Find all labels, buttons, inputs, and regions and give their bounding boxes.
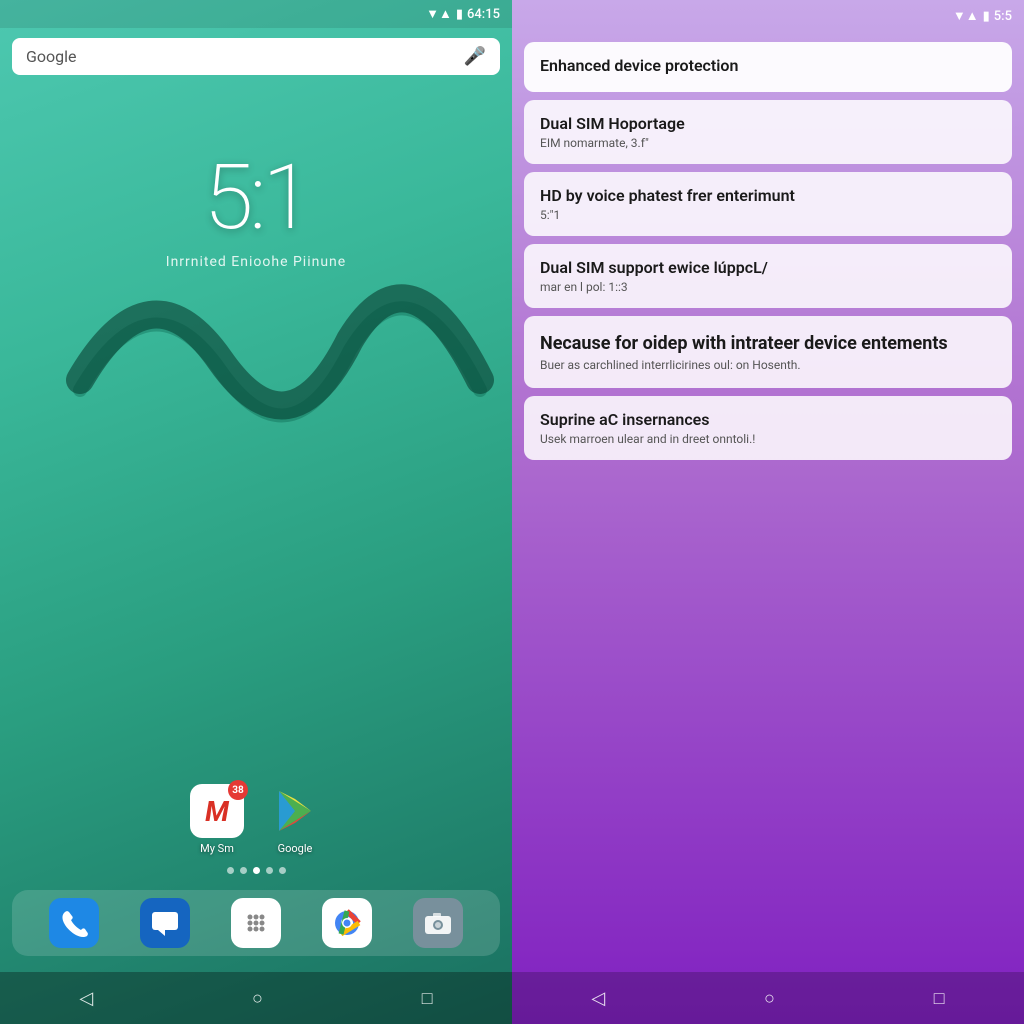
bottom-dock xyxy=(12,890,500,956)
feature-card-4-title: Dual SIM support ewice lúppcL/ xyxy=(540,258,996,277)
recent-button-right[interactable]: □ xyxy=(934,988,945,1009)
feature-card-2-subtitle: EIM nomarmate, 3.f" xyxy=(540,136,996,150)
left-phone-screen: ▼▲ ▮ 64:15 Google 🎤 5:1 Inrrnited Eniooh… xyxy=(0,0,512,1024)
battery-icon: ▮ xyxy=(456,7,463,22)
dot-1 xyxy=(227,867,234,874)
left-status-bar: ▼▲ ▮ 64:15 xyxy=(0,0,512,28)
feature-card-6[interactable]: Suprine aC insernances Usek marroen ulea… xyxy=(524,396,1012,460)
feature-card-4[interactable]: Dual SIM support ewice lúppcL/ mar en l … xyxy=(524,244,1012,308)
play-store-app[interactable]: Google xyxy=(268,784,322,855)
recent-button-left[interactable]: □ xyxy=(422,988,433,1009)
feature-card-4-subtitle: mar en l pol: 1::3 xyxy=(540,280,996,294)
feature-card-1-title: Enhanced device protection xyxy=(540,56,996,75)
messages-icon xyxy=(150,908,180,938)
gmail-badge: 38 xyxy=(228,780,248,800)
gmail-logo: M xyxy=(205,795,229,828)
camera-icon xyxy=(423,908,453,938)
dot-4 xyxy=(266,867,273,874)
dot-5 xyxy=(279,867,286,874)
dock-area: M 38 My Sm Google xyxy=(0,784,512,964)
apps-grid-icon xyxy=(241,908,271,938)
feature-card-5-subtitle: Buer as carchlined interrlicirines oul: … xyxy=(540,358,996,372)
messages-dock-icon[interactable] xyxy=(140,898,190,948)
right-wifi-icon: ▼▲ xyxy=(953,8,979,24)
feature-card-6-subtitle: Usek marroen ulear and in dreet onntoli.… xyxy=(540,432,996,446)
gmail-label: My Sm xyxy=(200,842,234,855)
apps-dock-icon[interactable] xyxy=(231,898,281,948)
right-phone-screen: ▼▲ ▮ 5:5 Enhanced device protection Dual… xyxy=(512,0,1024,1024)
feature-card-3[interactable]: HD by voice phatest frer enterimunt 5:"1 xyxy=(524,172,1012,236)
clock-time: 5:1 xyxy=(204,145,308,250)
gmail-icon: M 38 xyxy=(190,784,244,838)
feature-card-3-subtitle: 5:"1 xyxy=(540,208,996,222)
left-status-icons: ▼▲ ▮ 64:15 xyxy=(426,6,500,22)
play-store-svg xyxy=(271,787,319,835)
page-dots xyxy=(0,867,512,874)
chrome-icon xyxy=(332,908,362,938)
feature-list: Enhanced device protection Dual SIM Hopo… xyxy=(512,32,1024,972)
play-store-icon xyxy=(268,784,322,838)
right-status-icons: ▼▲ ▮ 5:5 xyxy=(953,8,1012,24)
left-nav-bar: ◁ ○ □ xyxy=(0,972,512,1024)
feature-card-2-title: Dual SIM Hoportage xyxy=(540,114,996,133)
gmail-app[interactable]: M 38 My Sm xyxy=(190,784,244,855)
google-search-bar[interactable]: Google 🎤 xyxy=(12,38,500,75)
right-time-display: 5:5 xyxy=(994,9,1012,24)
back-button-left[interactable]: ◁ xyxy=(79,988,93,1009)
home-button-right[interactable]: ○ xyxy=(764,988,775,1009)
feature-card-2[interactable]: Dual SIM Hoportage EIM nomarmate, 3.f" xyxy=(524,100,1012,164)
feature-card-3-title: HD by voice phatest frer enterimunt xyxy=(540,186,996,205)
clock-subtitle: Inrrnited Enioohe Piinune xyxy=(166,254,346,270)
right-battery-icon: ▮ xyxy=(983,9,990,24)
back-button-right[interactable]: ◁ xyxy=(591,988,605,1009)
feature-card-1[interactable]: Enhanced device protection xyxy=(524,42,1012,92)
home-button-left[interactable]: ○ xyxy=(252,988,263,1009)
play-store-label: Google xyxy=(278,842,313,855)
feature-card-5-title: Necause for oidep with intrateer device … xyxy=(540,332,996,355)
phone-icon xyxy=(59,908,89,938)
dot-2 xyxy=(240,867,247,874)
camera-dock-icon[interactable] xyxy=(413,898,463,948)
time-display: 64:15 xyxy=(467,7,500,22)
chrome-dock-icon[interactable] xyxy=(322,898,372,948)
app-icons-row: M 38 My Sm Google xyxy=(0,784,512,855)
right-nav-bar: ◁ ○ □ xyxy=(512,972,1024,1024)
right-status-bar: ▼▲ ▮ 5:5 xyxy=(512,0,1024,32)
feature-card-6-title: Suprine aC insernances xyxy=(540,410,996,429)
phone-dock-icon[interactable] xyxy=(49,898,99,948)
wifi-icon: ▼▲ xyxy=(426,6,452,22)
search-placeholder: Google xyxy=(26,47,456,66)
feature-card-5[interactable]: Necause for oidep with intrateer device … xyxy=(524,316,1012,388)
dot-3 xyxy=(253,867,260,874)
mic-icon[interactable]: 🎤 xyxy=(464,46,486,67)
